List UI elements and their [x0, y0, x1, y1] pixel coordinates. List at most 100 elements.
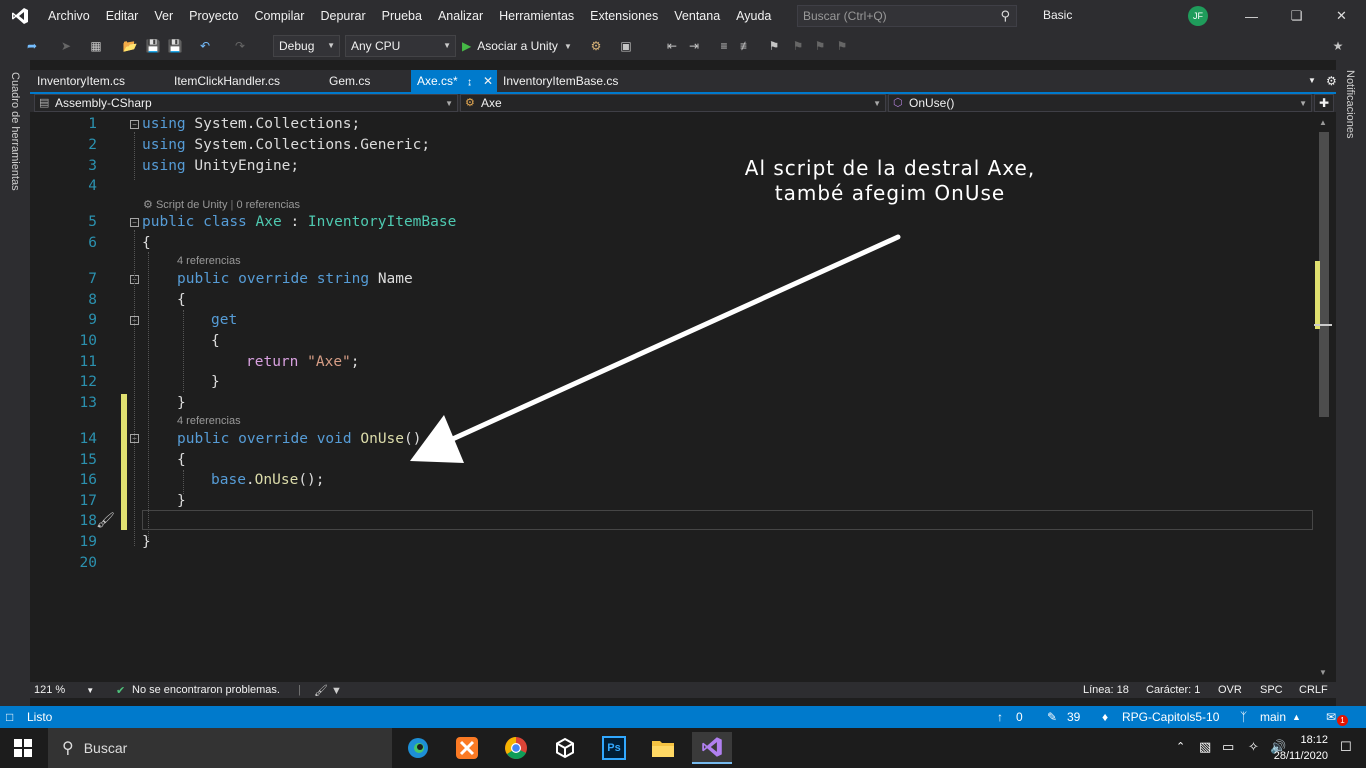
- code-line-3[interactable]: using UnityEngine;: [142, 158, 299, 174]
- notifications-sidebar[interactable]: Notificaciones: [1336, 60, 1366, 708]
- menu-compilar[interactable]: Compilar: [246, 0, 312, 32]
- unpushed-count[interactable]: 0: [1016, 710, 1023, 724]
- menu-editar[interactable]: Editar: [98, 0, 147, 32]
- save-icon[interactable]: 💾: [145, 38, 161, 54]
- menu-ver[interactable]: Ver: [146, 0, 181, 32]
- chevron-up-icon[interactable]: ▲: [1292, 712, 1301, 722]
- tab-item-click-handler[interactable]: ItemClickHandler.cs: [168, 70, 286, 92]
- code-line-14[interactable]: public override void OnUse(): [177, 431, 421, 447]
- visual-studio-icon[interactable]: [692, 732, 732, 764]
- ovr-indicator[interactable]: OVR: [1218, 684, 1242, 696]
- live-share-icon[interactable]: ★: [1330, 38, 1346, 54]
- next-bookmark-icon[interactable]: ⚑: [812, 38, 828, 54]
- menu-ventana[interactable]: Ventana: [666, 0, 728, 32]
- comment-icon[interactable]: ≡: [716, 38, 732, 54]
- code-line-7[interactable]: public override string Name: [177, 271, 413, 287]
- vertical-scrollbar[interactable]: ▲ ▼: [1314, 114, 1332, 682]
- step-icon[interactable]: ⇤: [664, 38, 680, 54]
- codelens-onuse-references[interactable]: 4 referencias: [177, 415, 241, 427]
- attach-unity-button[interactable]: ▶ Asociar a Unity ▼: [462, 35, 572, 57]
- toolbox-label[interactable]: Cuadro de herramientas: [9, 72, 21, 191]
- pin-icon[interactable]: ↨: [467, 77, 472, 88]
- bookmark-icon[interactable]: ⚑: [766, 38, 782, 54]
- pencil-icon[interactable]: ✎: [1047, 710, 1057, 724]
- scroll-up-icon[interactable]: ▲: [1319, 118, 1327, 127]
- collapse-toggle[interactable]: −: [130, 218, 139, 227]
- restore-button[interactable]: ❏: [1274, 0, 1319, 32]
- pending-changes-count[interactable]: 39: [1067, 710, 1080, 724]
- tab-settings-icon[interactable]: ⚙: [1320, 70, 1343, 92]
- menu-herramientas[interactable]: Herramientas: [491, 0, 582, 32]
- layout-profile-label[interactable]: Basic: [1043, 8, 1072, 22]
- code-line-2[interactable]: using System.Collections.Generic;: [142, 137, 430, 153]
- spc-indicator[interactable]: SPC: [1260, 684, 1283, 696]
- code-line-8[interactable]: {: [177, 292, 186, 308]
- edge-icon[interactable]: [398, 732, 438, 764]
- close-tab-button[interactable]: ✕: [479, 70, 497, 92]
- brush-icon[interactable]: 🖌 ▼: [314, 684, 342, 697]
- code-line-10[interactable]: {: [211, 333, 220, 349]
- codelens-name-references[interactable]: 4 referencias: [177, 255, 241, 267]
- code-line-17[interactable]: }: [177, 493, 186, 509]
- taskbar-search[interactable]: ⚲ Buscar: [48, 728, 392, 768]
- menu-prueba[interactable]: Prueba: [374, 0, 430, 32]
- code-line-12[interactable]: }: [211, 374, 220, 390]
- open-folder-icon[interactable]: 📂: [122, 38, 138, 54]
- battery-icon[interactable]: ▭: [1222, 739, 1234, 755]
- uncomment-icon[interactable]: ≢: [738, 38, 754, 54]
- codelens-references[interactable]: 0 referencias: [236, 199, 300, 211]
- code-line-15[interactable]: {: [177, 452, 186, 468]
- quick-actions-brush-icon[interactable]: 🖌: [96, 511, 115, 529]
- menu-archivo[interactable]: Archivo: [40, 0, 98, 32]
- class-select[interactable]: ⚙ Axe ▼: [460, 94, 886, 112]
- screenshot-icon[interactable]: ▣: [618, 38, 634, 54]
- codelens-unity-script[interactable]: Script de Unity: [156, 199, 228, 211]
- bell-icon[interactable]: ✉: [1326, 710, 1336, 724]
- codelens-class[interactable]: ⚙ Script de Unity | 0 referencias: [143, 198, 300, 211]
- search-input[interactable]: Buscar (Ctrl+Q) ⚲: [797, 5, 1017, 27]
- menu-depurar[interactable]: Depurar: [312, 0, 373, 32]
- step-out-icon[interactable]: ⇥: [686, 38, 702, 54]
- save-all-icon[interactable]: 💾: [167, 38, 183, 54]
- issues-status[interactable]: No se encontraron problemas.: [132, 684, 280, 696]
- collapse-toggle[interactable]: −: [130, 120, 139, 129]
- taskbar-clock[interactable]: 18:12 28/11/2020: [1274, 732, 1328, 764]
- windows-start-icon[interactable]: [14, 739, 32, 757]
- line-indicator[interactable]: Línea: 18: [1083, 684, 1129, 696]
- arrow-up-icon[interactable]: ↑: [997, 710, 1003, 724]
- unity-tools-icon[interactable]: ⚙: [588, 38, 604, 54]
- tab-gem[interactable]: Gem.cs: [323, 70, 376, 92]
- repo-icon[interactable]: ♦: [1102, 710, 1108, 724]
- split-editor-icon[interactable]: ✚: [1314, 94, 1334, 112]
- project-select[interactable]: ▤ Assembly-CSharp ▼: [34, 94, 458, 112]
- avatar[interactable]: JF: [1188, 6, 1208, 26]
- notifications-label[interactable]: Notificaciones: [1344, 70, 1356, 138]
- code-line-5[interactable]: public class Axe : InventoryItemBase: [142, 214, 456, 230]
- code-line-13[interactable]: }: [177, 395, 186, 411]
- undo-icon[interactable]: ↶: [197, 38, 213, 54]
- code-line-9[interactable]: get: [211, 312, 237, 328]
- redo-icon[interactable]: ↷: [232, 38, 248, 54]
- visual-studio-logo-icon[interactable]: [0, 0, 40, 32]
- branch-name[interactable]: main: [1260, 710, 1286, 724]
- minimize-button[interactable]: —: [1229, 0, 1274, 32]
- prev-bookmark-icon[interactable]: ⚑: [790, 38, 806, 54]
- unity-icon[interactable]: [545, 732, 585, 764]
- member-select[interactable]: ⬡ OnUse() ▼: [888, 94, 1312, 112]
- code-line-1[interactable]: using System.Collections;: [142, 116, 360, 132]
- toolbox-sidebar[interactable]: Cuadro de herramientas: [0, 60, 30, 708]
- menu-proyecto[interactable]: Proyecto: [181, 0, 246, 32]
- xampp-icon[interactable]: [447, 732, 487, 764]
- close-button[interactable]: ✕: [1319, 0, 1364, 32]
- clear-bookmarks-icon[interactable]: ⚑: [834, 38, 850, 54]
- configuration-select[interactable]: Debug ▼: [273, 35, 340, 57]
- tab-inventory-item-base[interactable]: InventoryItemBase.cs: [497, 70, 624, 92]
- zoom-select[interactable]: 121 % ▼: [34, 684, 94, 696]
- forward-icon[interactable]: ➤: [58, 38, 74, 54]
- network-icon[interactable]: ▧: [1199, 739, 1211, 755]
- branch-icon[interactable]: ᛉ: [1240, 710, 1247, 724]
- scrollbar-thumb[interactable]: [1319, 132, 1329, 417]
- tab-overflow-icon[interactable]: ▼: [1302, 70, 1322, 92]
- tray-chevron-up-icon[interactable]: ⌃: [1176, 740, 1185, 753]
- new-project-icon[interactable]: ▦: [88, 38, 104, 54]
